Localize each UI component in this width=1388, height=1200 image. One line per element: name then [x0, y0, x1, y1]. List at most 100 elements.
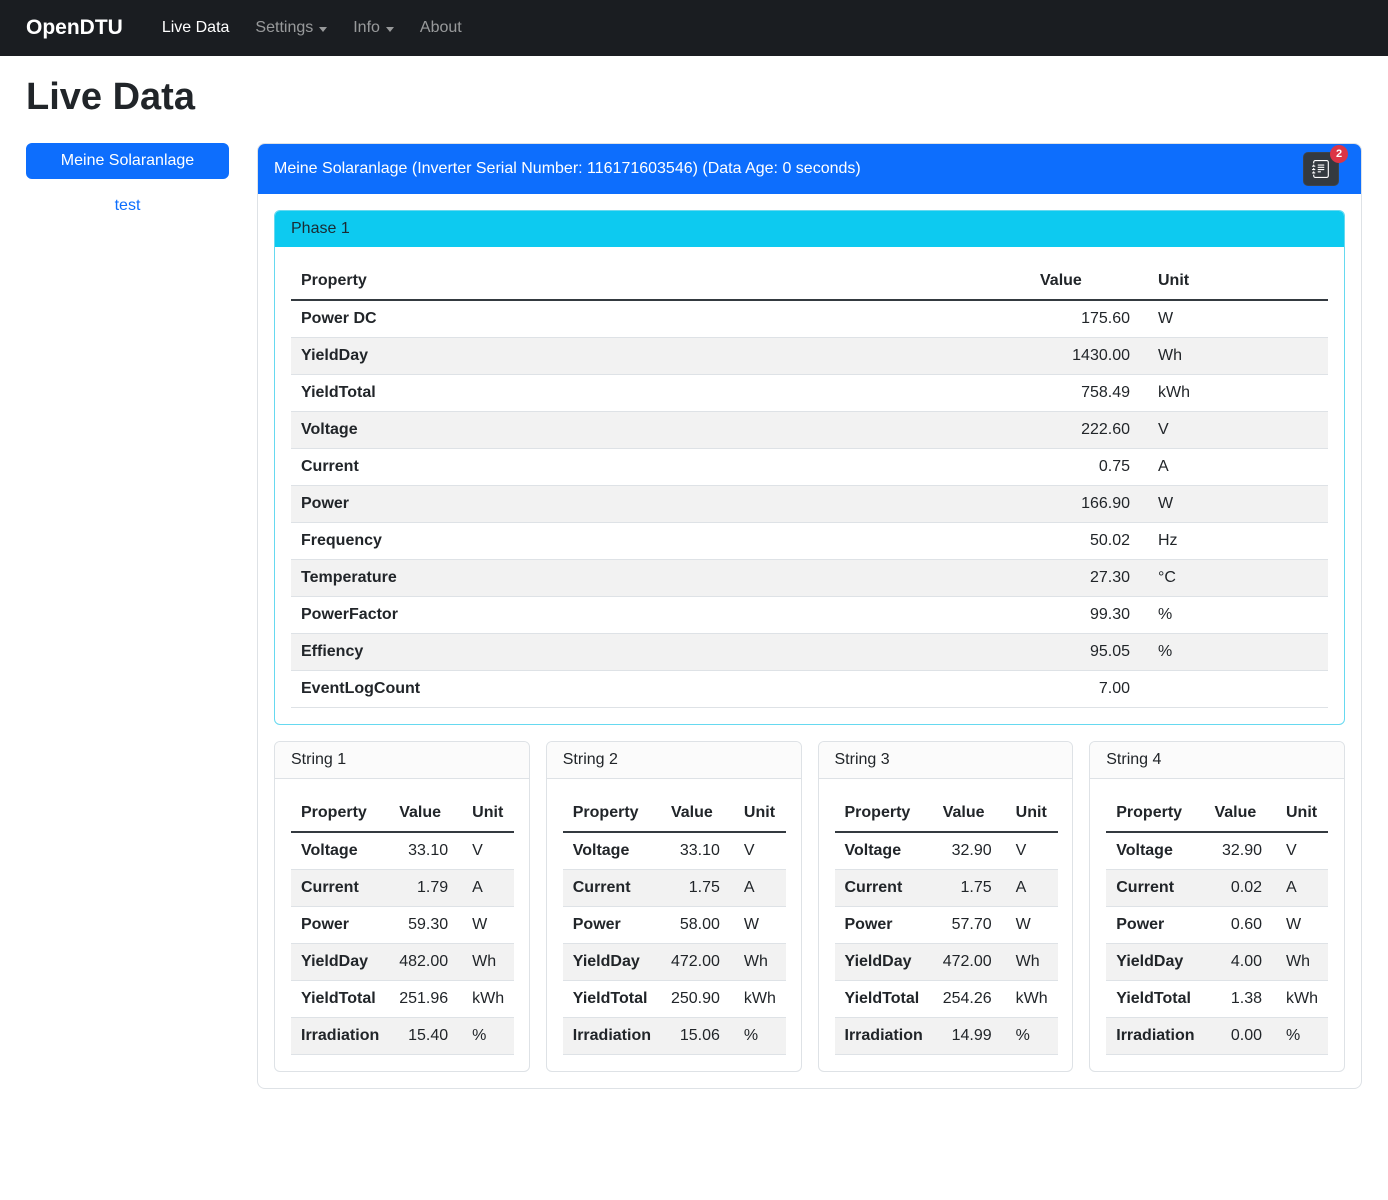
property-cell: Power DC	[291, 300, 1030, 338]
column-header-property: Property	[1106, 795, 1204, 832]
brand[interactable]: OpenDTU	[26, 16, 123, 40]
page-title: Live Data	[26, 76, 1362, 119]
journal-text-icon	[1312, 160, 1330, 178]
value-cell: 99.30	[1030, 597, 1140, 634]
column-header-unit: Unit	[1140, 263, 1328, 300]
table-row: Voltage 222.60 V	[291, 412, 1328, 449]
property-cell: Irradiation	[1106, 1018, 1204, 1055]
unit-cell: kWh	[730, 981, 786, 1018]
value-cell: 27.30	[1030, 560, 1140, 597]
value-cell: 0.75	[1030, 449, 1140, 486]
table-row: EventLogCount 7.00	[291, 671, 1328, 708]
property-cell: YieldDay	[563, 944, 661, 981]
value-cell: 0.02	[1204, 870, 1272, 907]
table-row: YieldDay 4.00 Wh	[1106, 944, 1328, 981]
inverter-card: Meine Solaranlage (Inverter Serial Numbe…	[257, 143, 1362, 1089]
table-row: YieldTotal 254.26 kWh	[835, 981, 1058, 1018]
table-row: YieldTotal 1.38 kWh	[1106, 981, 1328, 1018]
value-cell: 472.00	[933, 944, 1002, 981]
value-cell: 222.60	[1030, 412, 1140, 449]
property-cell: Irradiation	[835, 1018, 933, 1055]
table-header-row: Property Value Unit	[835, 795, 1058, 832]
nav-item-info[interactable]: Info	[340, 11, 407, 45]
nav-item-live-data[interactable]: Live Data	[149, 11, 243, 45]
unit-cell: W	[1002, 907, 1058, 944]
table-header-row: Property Value Unit	[563, 795, 786, 832]
table-header-row: Property Value Unit	[1106, 795, 1328, 832]
property-cell: Frequency	[291, 523, 1030, 560]
table-row: Irradiation 0.00 %	[1106, 1018, 1328, 1055]
property-cell: YieldDay	[291, 944, 389, 981]
value-cell: 33.10	[389, 832, 458, 870]
property-cell: YieldDay	[835, 944, 933, 981]
unit-cell: kWh	[1272, 981, 1328, 1018]
property-cell: Irradiation	[563, 1018, 661, 1055]
value-cell: 1.75	[933, 870, 1002, 907]
column-header-unit: Unit	[458, 795, 514, 832]
string-card-title: String 4	[1090, 742, 1344, 779]
inverter-select-button[interactable]: Meine Solaranlage	[26, 143, 229, 179]
property-cell: Voltage	[291, 412, 1030, 449]
value-cell: 482.00	[389, 944, 458, 981]
unit-cell: kWh	[458, 981, 514, 1018]
unit-cell: %	[1272, 1018, 1328, 1055]
phase-card: Phase 1 Property Value Unit	[274, 210, 1345, 725]
value-cell: 59.30	[389, 907, 458, 944]
table-row: Current 0.02 A	[1106, 870, 1328, 907]
unit-cell: A	[458, 870, 514, 907]
column-header-property: Property	[563, 795, 661, 832]
value-cell: 14.99	[933, 1018, 1002, 1055]
property-cell: Current	[1106, 870, 1204, 907]
unit-cell: °C	[1140, 560, 1328, 597]
navbar: OpenDTU Live Data Settings Info About	[0, 0, 1388, 56]
property-cell: YieldTotal	[835, 981, 933, 1018]
string-table: Property Value Unit Voltage	[291, 795, 514, 1055]
table-row: Effiency 95.05 %	[291, 634, 1328, 671]
eventlog-button[interactable]: 2	[1303, 152, 1339, 186]
table-header-row: Property Value Unit	[291, 263, 1328, 300]
unit-cell: %	[1140, 597, 1328, 634]
property-cell: Effiency	[291, 634, 1030, 671]
unit-cell: V	[1002, 832, 1058, 870]
value-cell: 250.90	[661, 981, 730, 1018]
string-card-4: String 4 Property Value Unit	[1089, 741, 1345, 1072]
unit-cell: kWh	[1002, 981, 1058, 1018]
value-cell: 7.00	[1030, 671, 1140, 708]
column-header-value: Value	[1030, 263, 1140, 300]
table-row: YieldDay 472.00 Wh	[563, 944, 786, 981]
property-cell: YieldTotal	[1106, 981, 1204, 1018]
table-row: Voltage 33.10 V	[563, 832, 786, 870]
string-table: Property Value Unit Voltage	[835, 795, 1058, 1055]
phase-card-title: Phase 1	[275, 211, 1344, 247]
unit-cell: %	[1140, 634, 1328, 671]
nav-item-settings-label: Settings	[255, 19, 313, 37]
table-row: YieldTotal 250.90 kWh	[563, 981, 786, 1018]
value-cell: 32.90	[1204, 832, 1272, 870]
string-table: Property Value Unit Voltage	[1106, 795, 1328, 1055]
value-cell: 33.10	[661, 832, 730, 870]
table-row: YieldTotal 251.96 kWh	[291, 981, 514, 1018]
column-header-property: Property	[835, 795, 933, 832]
column-header-unit: Unit	[1002, 795, 1058, 832]
property-cell: Irradiation	[291, 1018, 389, 1055]
value-cell: 1.75	[661, 870, 730, 907]
table-row: Current 1.79 A	[291, 870, 514, 907]
eventlog-badge: 2	[1330, 145, 1348, 163]
unit-cell: V	[1272, 832, 1328, 870]
unit-cell: Wh	[1002, 944, 1058, 981]
unit-cell: V	[1140, 412, 1328, 449]
value-cell: 15.40	[389, 1018, 458, 1055]
unit-cell: W	[1140, 486, 1328, 523]
property-cell: EventLogCount	[291, 671, 1030, 708]
nav-item-about[interactable]: About	[407, 11, 475, 45]
nav-item-settings[interactable]: Settings	[242, 11, 340, 45]
table-row: Power DC 175.60 W	[291, 300, 1328, 338]
value-cell: 254.26	[933, 981, 1002, 1018]
unit-cell: Wh	[458, 944, 514, 981]
string-card-title: String 1	[275, 742, 529, 779]
property-cell: YieldDay	[291, 338, 1030, 375]
sidebar-link-test[interactable]: test	[26, 197, 229, 215]
table-row: Current 1.75 A	[563, 870, 786, 907]
phase-card-body: Property Value Unit Power DC	[275, 247, 1344, 724]
table-row: Irradiation 15.06 %	[563, 1018, 786, 1055]
